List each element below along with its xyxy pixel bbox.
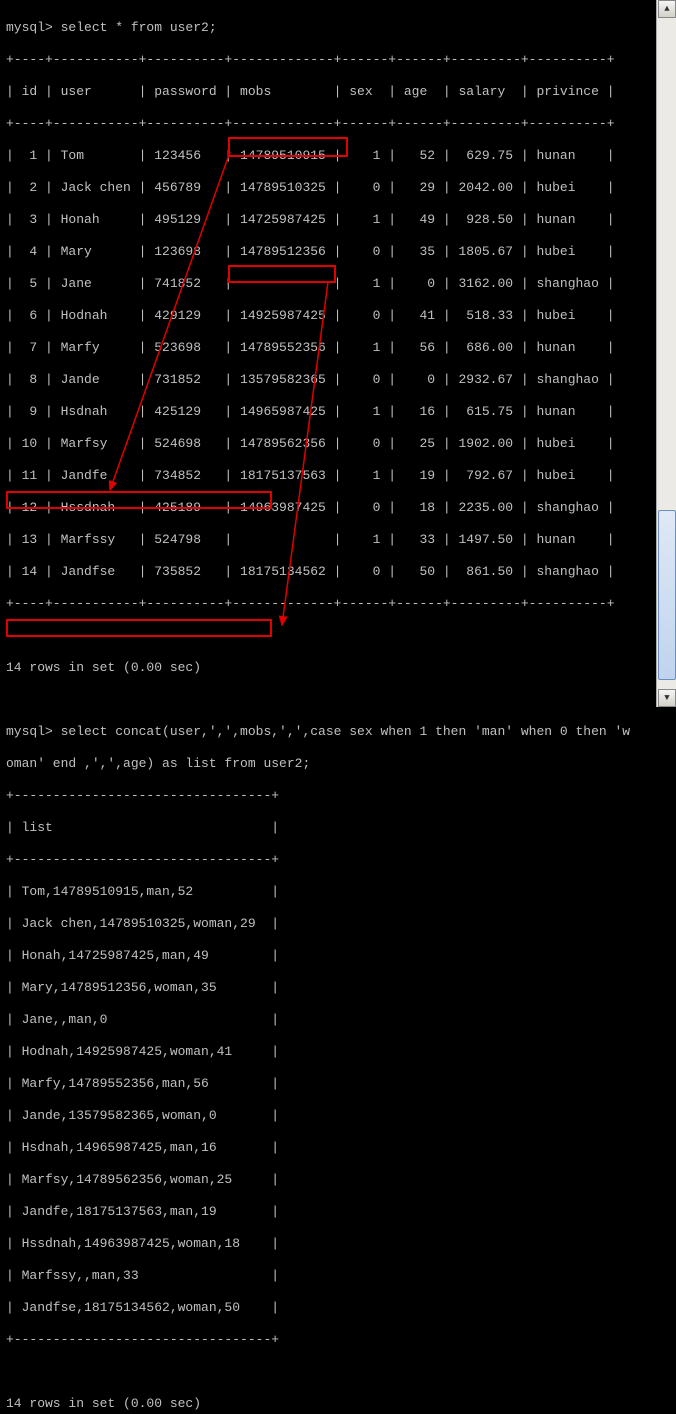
- table-row: | 1 | Tom | 123456 | 14789510915 | 1 | 5…: [6, 148, 670, 164]
- table-row: | 14 | Jandfse | 735852 | 18175134562 | …: [6, 564, 670, 580]
- table-row: | 5 | Jane | 741852 | | 1 | 0 | 3162.00 …: [6, 276, 670, 292]
- table2-sep: +---------------------------------+: [6, 852, 670, 868]
- rows-summary-1: 14 rows in set (0.00 sec): [6, 660, 670, 676]
- table2-sep: +---------------------------------+: [6, 1332, 670, 1348]
- list-item: | Marfssy,,man,33 |: [6, 1268, 670, 1284]
- list-item: | Tom,14789510915,man,52 |: [6, 884, 670, 900]
- list-item: | Marfy,14789552356,man,56 |: [6, 1076, 670, 1092]
- table1-sep: +----+-----------+----------+-----------…: [6, 596, 670, 612]
- list-item: | Jane,,man,0 |: [6, 1012, 670, 1028]
- table-row: | 4 | Mary | 123698 | 14789512356 | 0 | …: [6, 244, 670, 260]
- list-item: | Hssdnah,14963987425,woman,18 |: [6, 1236, 670, 1252]
- sql-prompt-2b: oman' end ,',',age) as list from user2;: [6, 756, 670, 772]
- scroll-up-button[interactable]: ▲: [658, 0, 676, 18]
- list-item: | Jandfe,18175137563,man,19 |: [6, 1204, 670, 1220]
- table1-sep: +----+-----------+----------+-----------…: [6, 116, 670, 132]
- table-row: | 12 | Hssdnah | 425189 | 14963987425 | …: [6, 500, 670, 516]
- scroll-down-button[interactable]: ▼: [658, 689, 676, 707]
- table-row: | 8 | Jande | 731852 | 13579582365 | 0 |…: [6, 372, 670, 388]
- sql-prompt-2a: mysql> select concat(user,',',mobs,',',c…: [6, 724, 670, 740]
- list-item: | Marfsy,14789562356,woman,25 |: [6, 1172, 670, 1188]
- list-item: | Mary,14789512356,woman,35 |: [6, 980, 670, 996]
- scroll-thumb[interactable]: [658, 510, 676, 680]
- table-row: | 9 | Hsdnah | 425129 | 14965987425 | 1 …: [6, 404, 670, 420]
- table-row: | 13 | Marfssy | 524798 | | 1 | 33 | 149…: [6, 532, 670, 548]
- table-row: | 3 | Honah | 495129 | 14725987425 | 1 |…: [6, 212, 670, 228]
- table-row: | 11 | Jandfe | 734852 | 18175137563 | 1…: [6, 468, 670, 484]
- table1-sep: +----+-----------+----------+-----------…: [6, 52, 670, 68]
- table-row: | 6 | Hodnah | 429129 | 14925987425 | 0 …: [6, 308, 670, 324]
- rows-summary-2: 14 rows in set (0.00 sec): [6, 1396, 670, 1412]
- table-row: | 2 | Jack chen | 456789 | 14789510325 |…: [6, 180, 670, 196]
- table2-sep: +---------------------------------+: [6, 788, 670, 804]
- table-row: | 10 | Marfsy | 524698 | 14789562356 | 0…: [6, 436, 670, 452]
- list-item: | Jandfse,18175134562,woman,50 |: [6, 1300, 670, 1316]
- list-item: | Hsdnah,14965987425,man,16 |: [6, 1140, 670, 1156]
- empty-line: [6, 692, 670, 708]
- empty-line: [6, 1364, 670, 1380]
- list-item: | Hodnah,14925987425,woman,41 |: [6, 1044, 670, 1060]
- table2-header: | list |: [6, 820, 670, 836]
- table1-header: | id | user | password | mobs | sex | ag…: [6, 84, 670, 100]
- sql-prompt-1: mysql> select * from user2;: [6, 20, 670, 36]
- list-item: | Honah,14725987425,man,49 |: [6, 948, 670, 964]
- table-row: | 7 | Marfy | 523698 | 14789552356 | 1 |…: [6, 340, 670, 356]
- empty-line: [6, 628, 670, 644]
- list-item: | Jack chen,14789510325,woman,29 |: [6, 916, 670, 932]
- terminal-output[interactable]: mysql> select * from user2; +----+------…: [0, 0, 676, 1414]
- list-item: | Jande,13579582365,woman,0 |: [6, 1108, 670, 1124]
- vertical-scrollbar[interactable]: ▲ ▼: [656, 0, 676, 707]
